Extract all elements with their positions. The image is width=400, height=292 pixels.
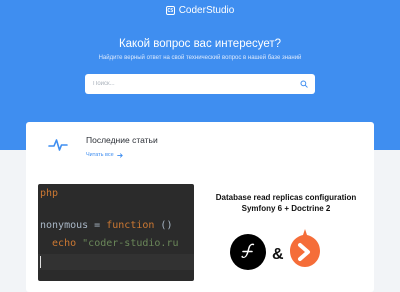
article-thumbnail-code[interactable]: php nonymous = function () echo "coder-s…: [38, 184, 194, 281]
code-line: nonymous = function (): [40, 220, 173, 231]
article-cover-title-line: Database read replicas configuration: [215, 193, 357, 202]
hero-title: Какой вопрос вас интересует?: [118, 38, 282, 50]
search-box: [85, 74, 315, 94]
current-line-highlight: [38, 254, 194, 270]
pulse-icon: [48, 139, 68, 151]
code-line: php: [40, 188, 59, 199]
section-title: Последние статьи: [86, 135, 158, 145]
symfony-logo-icon: [230, 234, 266, 270]
article-thumbnail-cover[interactable]: Database read replicas configuration Sym…: [198, 184, 374, 281]
article-cover-title: Database read replicas configuration Sym…: [198, 192, 374, 214]
search-icon[interactable]: [300, 80, 308, 88]
article-cover-title-line: Symfony 6 + Doctrine 2: [241, 204, 331, 213]
search-input[interactable]: [85, 74, 295, 94]
read-all-link[interactable]: Читать все: [86, 152, 123, 158]
read-all-label[interactable]: Читать все: [86, 152, 114, 158]
brand-name[interactable]: CoderStudio: [179, 5, 235, 16]
code-line: echo "coder-studio.ru: [40, 238, 179, 249]
arrow-right-icon[interactable]: [117, 152, 123, 158]
brand-logo-icon[interactable]: CS: [165, 6, 175, 15]
doctrine-logo-icon: [290, 229, 320, 267]
text-cursor: [40, 256, 41, 268]
ampersand: &: [272, 246, 284, 263]
hero-subtitle: Найдите верный ответ на свой технический…: [98, 55, 302, 61]
brand[interactable]: CS CoderStudio: [0, 5, 400, 16]
